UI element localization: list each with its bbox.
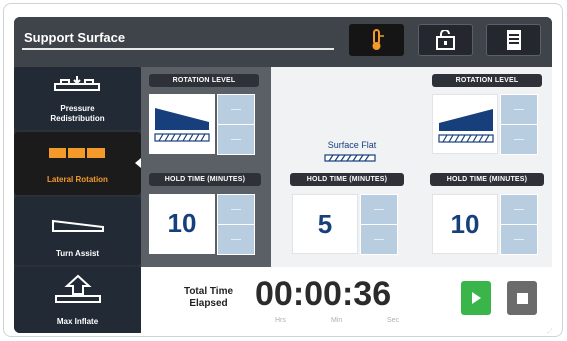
header-bar: Support Surface bbox=[14, 17, 552, 67]
right-hold-time-value: 10 bbox=[450, 209, 480, 239]
rotation-level-label: ROTATION LEVEL bbox=[432, 74, 542, 87]
max-inflate-icon bbox=[55, 274, 101, 303]
timer-footer: Total Time Elapsed 00:00:36 Hrs Min Sec bbox=[141, 267, 552, 333]
center-hold-time-value: 5 bbox=[317, 209, 333, 239]
left-hold-time-display: 10 bbox=[149, 194, 215, 254]
right-tilt-icon bbox=[438, 109, 494, 143]
center-hold-time-display: 5 bbox=[292, 194, 358, 254]
sidebar-item-label: Max Inflate bbox=[56, 317, 99, 326]
notes-button[interactable] bbox=[486, 24, 541, 56]
title-underline bbox=[22, 48, 334, 50]
right-rotation-increase-button[interactable] bbox=[500, 94, 538, 125]
hold-time-label: HOLD TIME (MINUTES) bbox=[430, 173, 544, 186]
elapsed-timer: 00:00:36 bbox=[255, 275, 392, 313]
right-rotation-level-display bbox=[432, 94, 498, 154]
rotation-level-label: ROTATION LEVEL bbox=[149, 74, 259, 87]
minutes-unit-label: Min bbox=[331, 317, 343, 324]
left-rotation-level-display bbox=[149, 94, 215, 154]
play-icon bbox=[472, 292, 481, 304]
sidebar-item-pressure-redistribution[interactable]: Pressure Redistribution bbox=[14, 67, 141, 130]
sidebar-item-label: Pressure Redistribution bbox=[50, 104, 105, 123]
sidebar-item-turn-assist[interactable]: Turn Assist bbox=[14, 197, 141, 265]
page-title: Support Surface bbox=[24, 30, 126, 45]
total-time-elapsed-label: Total Time Elapsed bbox=[183, 286, 234, 309]
surface-flat-icon bbox=[324, 154, 376, 162]
pressure-redistribution-icon bbox=[54, 76, 100, 91]
left-hold-increase-button[interactable] bbox=[217, 194, 255, 225]
hold-time-label: HOLD TIME (MINUTES) bbox=[149, 173, 261, 186]
thermometer-icon bbox=[372, 29, 384, 50]
lateral-rotation-icon bbox=[49, 148, 105, 158]
support-surface-screen: Support Surface Pressure Redistribution … bbox=[14, 17, 552, 333]
sidebar-item-max-inflate[interactable]: Max Inflate bbox=[14, 267, 141, 333]
center-hold-increase-button[interactable] bbox=[360, 194, 398, 225]
turn-assist-icon bbox=[52, 219, 104, 232]
play-button[interactable] bbox=[461, 281, 491, 315]
unlock-button[interactable] bbox=[418, 24, 473, 56]
left-rotation-panel: ROTATION LEVEL HOLD TIME (MINUTES) 10 bbox=[141, 67, 271, 267]
right-hold-decrease-button[interactable] bbox=[500, 224, 538, 255]
sidebar-item-label: Turn Assist bbox=[55, 249, 100, 258]
center-hold-decrease-button[interactable] bbox=[360, 224, 398, 255]
stop-icon bbox=[516, 292, 528, 304]
left-rotation-decrease-button[interactable] bbox=[217, 124, 255, 155]
seconds-unit-label: Sec bbox=[387, 317, 400, 324]
sidebar-item-label: Lateral Rotation bbox=[47, 175, 108, 184]
hours-unit-label: Hrs bbox=[275, 317, 286, 324]
stop-button[interactable] bbox=[507, 281, 537, 315]
sidebar-item-lateral-rotation[interactable]: Lateral Rotation bbox=[14, 132, 141, 195]
right-hold-increase-button[interactable] bbox=[500, 194, 538, 225]
hold-time-label: HOLD TIME (MINUTES) bbox=[290, 173, 404, 186]
left-tilt-icon bbox=[154, 108, 210, 142]
surface-flat-label: Surface Flat bbox=[327, 140, 377, 150]
right-hold-time-display: 10 bbox=[432, 194, 498, 254]
unlock-icon bbox=[435, 30, 455, 50]
right-rotation-decrease-button[interactable] bbox=[500, 124, 538, 155]
left-rotation-increase-button[interactable] bbox=[217, 94, 255, 125]
left-hold-time-value: 10 bbox=[167, 208, 197, 238]
notes-icon bbox=[506, 30, 521, 50]
thermometer-button[interactable] bbox=[349, 24, 404, 56]
left-hold-decrease-button[interactable] bbox=[217, 224, 255, 255]
